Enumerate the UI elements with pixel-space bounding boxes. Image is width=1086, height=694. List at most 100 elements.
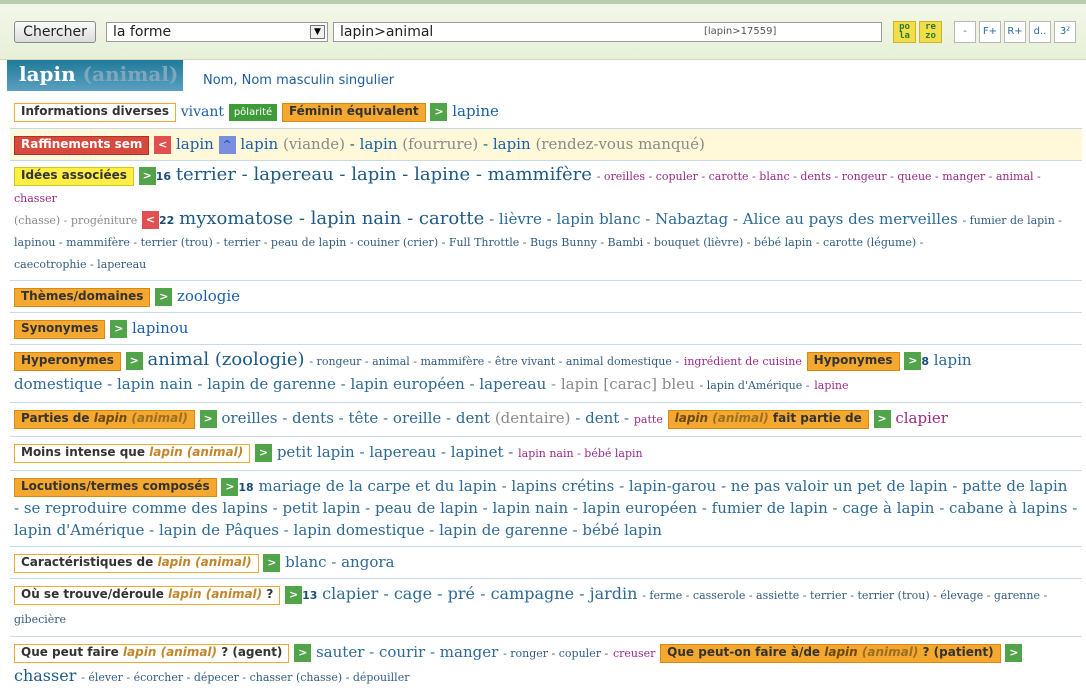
tag-synonymes[interactable]: Synonymes xyxy=(14,320,106,339)
chevron-down-icon[interactable]: ▼ xyxy=(310,25,325,39)
arrow-right-icon[interactable]: > xyxy=(263,554,281,572)
tag-patient[interactable]: Que peut-on faire à/de lapin (animal) ? … xyxy=(660,644,1001,663)
hypo-lapine[interactable]: lapine xyxy=(814,379,848,392)
carac-value[interactable]: blanc - angora xyxy=(285,553,394,571)
ou-rest[interactable]: - ferme - casserole - assiette - terrier… xyxy=(642,589,1047,602)
arrow-left-icon[interactable]: < xyxy=(154,136,172,154)
tag-caracteristiques[interactable]: Caractéristiques de lapin (animal) xyxy=(14,554,259,573)
tag-carac-word: lapin xyxy=(157,555,191,569)
tag-parties[interactable]: Parties de lapin (animal) xyxy=(14,410,195,429)
ou-line2[interactable]: gibecière xyxy=(14,613,66,626)
hyper-ingredient[interactable]: ingrédient de cuisine xyxy=(684,355,802,368)
idees-line2-mid[interactable]: - lièvre - lapin blanc - Nabaztag - Alic… xyxy=(489,210,958,228)
raff-item-3[interactable]: lapin xyxy=(360,135,398,153)
arrow-right-icon[interactable]: > xyxy=(285,586,303,604)
idees-line2-big[interactable]: myxomatose - lapin nain - carotte xyxy=(179,208,484,229)
arrow-right-icon[interactable]: > xyxy=(873,410,891,428)
arrow-right-icon[interactable]: > xyxy=(199,410,217,428)
hypo-line2[interactable]: domestique - lapin nain - lapin de garen… xyxy=(14,375,546,393)
arrow-left-icon[interactable]: < xyxy=(142,211,160,229)
idees-count2: 22 xyxy=(159,214,175,227)
tag-parties-word: lapin xyxy=(93,411,128,425)
ou-big[interactable]: clapier - cage - pré - campagne - jardin xyxy=(322,584,637,603)
tag-ou-sense: (animal) xyxy=(205,587,263,601)
locutions-line3[interactable]: lapin d'Amérique - lapin de Pâques - lap… xyxy=(14,521,662,539)
idees-line3[interactable]: lapinou - mammifère - terrier (trou) - t… xyxy=(14,236,923,249)
hypo-line2-gray[interactable]: - lapin [carac] bleu xyxy=(551,375,695,393)
parties-value[interactable]: oreilles - dents - tête - oreille - dent xyxy=(221,409,490,427)
idees-line2-pre[interactable]: (chasse) - progéniture xyxy=(14,214,137,227)
tag-locutions[interactable]: Locutions/termes composés xyxy=(14,478,217,497)
pola-icon[interactable]: po la xyxy=(893,21,916,43)
moins-small[interactable]: lapin nain - bébé lapin xyxy=(518,447,643,460)
idees-line1-big[interactable]: terrier - lapereau - lapin - lapine - ma… xyxy=(176,164,592,185)
hyper-big[interactable]: animal (zoologie) xyxy=(147,349,304,370)
tag-patient-post: ? (patient) xyxy=(922,645,994,659)
tag-informations[interactable]: Informations diverses xyxy=(14,103,176,122)
tag-parties-sense: (animal) xyxy=(131,411,188,425)
hypo-line2-small[interactable]: - lapin d'Amérique - xyxy=(699,379,809,392)
tag-feminin[interactable]: Féminin équivalent xyxy=(281,103,426,122)
tag-moins-word: lapin xyxy=(149,445,183,459)
themes-value[interactable]: zoologie xyxy=(177,287,240,305)
feminin-value[interactable]: lapine xyxy=(452,102,499,120)
tag-themes[interactable]: Thèmes/domaines xyxy=(14,288,151,307)
tag-ou[interactable]: Où se trouve/déroule lapin (animal) ? xyxy=(14,586,281,605)
d-dots-button[interactable]: d.. xyxy=(1029,21,1051,43)
tag-hyperonymes[interactable]: Hyperonymes xyxy=(14,352,121,371)
arrow-right-icon[interactable]: > xyxy=(430,103,448,121)
search-button[interactable]: Chercher xyxy=(14,21,96,43)
idees-line2-end[interactable]: - fumier de lapin - xyxy=(962,214,1062,227)
row-caracteristiques: Caractéristiques de lapin (animal) > bla… xyxy=(10,547,1082,579)
tag-fait-partie[interactable]: lapin (animal) fait partie de xyxy=(667,410,869,429)
parties-gray[interactable]: (dentaire) xyxy=(495,409,571,427)
arrow-up-icon[interactable]: ^ xyxy=(218,136,236,154)
rezo-icon[interactable]: re zo xyxy=(919,21,942,43)
raff-item-1[interactable]: lapin xyxy=(240,135,278,153)
raff-item-2: (viande) xyxy=(282,135,346,153)
query-input[interactable]: lapin>animal [lapin>17559] xyxy=(333,22,882,42)
fait-partie-value[interactable]: clapier xyxy=(895,409,948,427)
f-plus-button[interactable]: F+ xyxy=(979,21,1001,43)
arrow-right-icon[interactable]: > xyxy=(904,352,922,370)
arrow-right-icon[interactable]: > xyxy=(294,644,312,662)
info-vivant[interactable]: vivant xyxy=(181,104,224,120)
tag-moins-intense[interactable]: Moins intense que lapin (animal) xyxy=(14,444,251,463)
arrow-right-icon[interactable]: > xyxy=(110,320,128,338)
arrow-right-icon[interactable]: > xyxy=(255,444,273,462)
arrow-right-icon[interactable]: > xyxy=(1005,644,1023,662)
agent-value[interactable]: sauter - courir - manger xyxy=(316,643,498,661)
tag-hyponymes[interactable]: Hyponymes xyxy=(806,352,900,371)
locutions-line1[interactable]: mariage de la carpe et du lapin - lapins… xyxy=(258,477,1067,495)
polarite-badge[interactable]: pôlarité xyxy=(228,104,278,121)
locutions-line2[interactable]: - se reproduire comme des lapins - petit… xyxy=(14,499,1077,517)
hyper-rest[interactable]: - rongeur - animal - mammifère - être vi… xyxy=(309,355,679,368)
arrow-right-icon[interactable]: > xyxy=(138,167,156,185)
mode-select[interactable]: la forme ▼ xyxy=(106,22,328,42)
r-plus-button[interactable]: R+ xyxy=(1004,21,1026,43)
minus-button[interactable]: - xyxy=(954,21,976,43)
toolbar: Chercher la forme ▼ lapin>animal [lapin>… xyxy=(0,0,1086,60)
tag-idees[interactable]: Idées associées xyxy=(14,167,134,186)
parties-patte[interactable]: patte xyxy=(634,413,663,426)
arrow-right-icon[interactable]: > xyxy=(125,352,143,370)
arrow-right-icon[interactable]: > xyxy=(155,288,173,306)
arrow-right-icon[interactable]: > xyxy=(221,478,239,496)
synonymes-value[interactable]: lapinou xyxy=(132,319,189,337)
hypo-first[interactable]: lapin xyxy=(934,351,972,369)
patient-big[interactable]: chasser xyxy=(14,666,76,685)
idees-line4[interactable]: caecotrophie - lapereau xyxy=(14,258,146,271)
tag-agent[interactable]: Que peut faire lapin (animal) ? (agent) xyxy=(14,644,290,663)
tag-raffinements[interactable]: Raffinements sem xyxy=(14,136,150,155)
agent-creuser[interactable]: creuser xyxy=(613,647,655,660)
parties-rest[interactable]: - dent - xyxy=(575,409,629,427)
three-two-button[interactable]: 3² xyxy=(1054,21,1076,43)
agent-small[interactable]: - ronger - copuler - xyxy=(503,647,608,660)
raff-lapin[interactable]: lapin xyxy=(176,135,214,153)
tag-ou-post: ? xyxy=(266,587,274,601)
tag-agent-word: lapin xyxy=(122,645,157,659)
patient-rest[interactable]: - élever - écorcher - dépecer - chasser … xyxy=(81,671,409,684)
tag-agent-pre: Que peut faire xyxy=(21,645,119,659)
raff-item-5[interactable]: lapin xyxy=(493,135,531,153)
moins-value[interactable]: petit lapin - lapereau - lapinet - xyxy=(277,443,514,461)
